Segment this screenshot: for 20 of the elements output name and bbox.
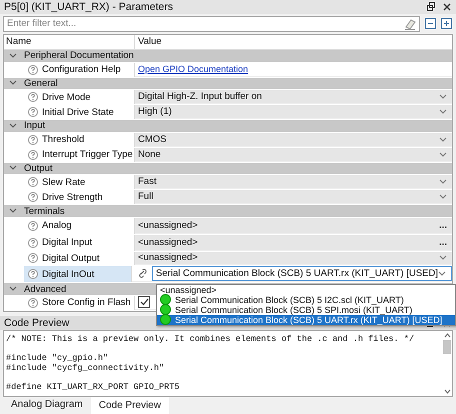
value-text: <unassigned> [135, 218, 434, 233]
parameter-label: Configuration Help [42, 64, 121, 76]
parameter-label: Slew Rate [42, 176, 86, 188]
parameter-label: Digital Output [42, 252, 100, 264]
parameter-label: Interrupt Trigger Type [42, 149, 133, 160]
parameter-label: Store Config in Flash [42, 297, 131, 308]
parameter-label: Analog [42, 220, 72, 232]
parameter-label: Drive Mode [42, 92, 91, 103]
window-title: P5[0] (KIT_UART_RX) - Parameters [4, 0, 174, 13]
code-line: #include "cy_gpio.h" [6, 352, 110, 363]
parameter-label: Initial Drive State [42, 106, 114, 118]
code-line: #define KIT_UART_RX_PORT GPIO_PRT5 [6, 382, 180, 392]
parameter-label: Digital Input [42, 237, 92, 248]
code-line: /* NOTE: This is a preview only. It combines elements of the .c and .h files. */ [6, 334, 416, 344]
parameter-label: Threshold [42, 134, 84, 146]
value-text: <unassigned> [135, 234, 434, 250]
parameter-label: Digital InOut [42, 268, 94, 280]
panel-title: Code Preview [4, 316, 70, 329]
code-line: #include "cycfg_connectivity.h" [6, 362, 166, 373]
parameter-label: Drive Strength [42, 192, 103, 203]
